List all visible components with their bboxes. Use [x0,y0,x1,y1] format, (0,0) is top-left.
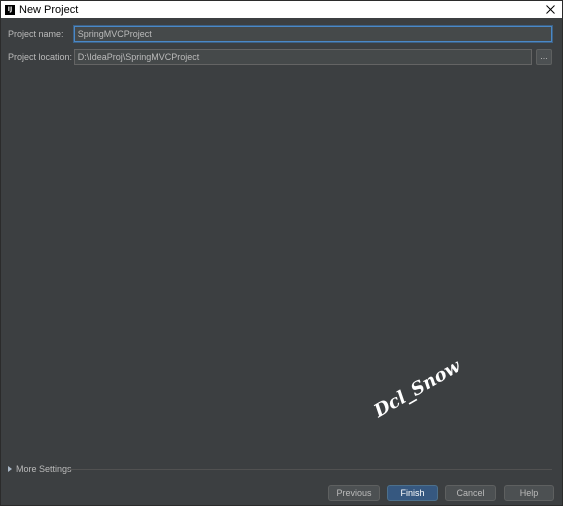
finish-button[interactable]: Finish [387,485,438,501]
project-name-label: Project name: [8,29,64,39]
more-settings-divider [69,469,552,470]
close-button[interactable] [543,2,558,17]
expand-triangle-icon [8,466,12,472]
intellij-idea-icon: IJ [5,4,15,15]
window-title: New Project [19,3,79,16]
browse-button[interactable]: ... [536,49,552,65]
previous-button[interactable]: Previous [328,485,380,501]
more-settings-label: More Settings [16,464,72,474]
watermark-signature: Dcl_Snow [370,355,465,422]
title-bar: IJ New Project [1,1,562,18]
new-project-dialog: IJ New Project Project name: Project loc… [0,0,563,506]
cancel-button[interactable]: Cancel [445,485,496,501]
help-button[interactable]: Help [504,485,554,501]
close-icon [546,5,555,14]
project-location-input[interactable] [73,49,533,65]
project-name-input[interactable] [73,26,552,42]
project-location-row: Project location: ... [8,49,552,65]
project-name-row: Project name: [8,26,552,42]
more-settings-toggle[interactable]: More Settings [8,463,72,475]
project-location-label: Project location: [8,52,73,62]
